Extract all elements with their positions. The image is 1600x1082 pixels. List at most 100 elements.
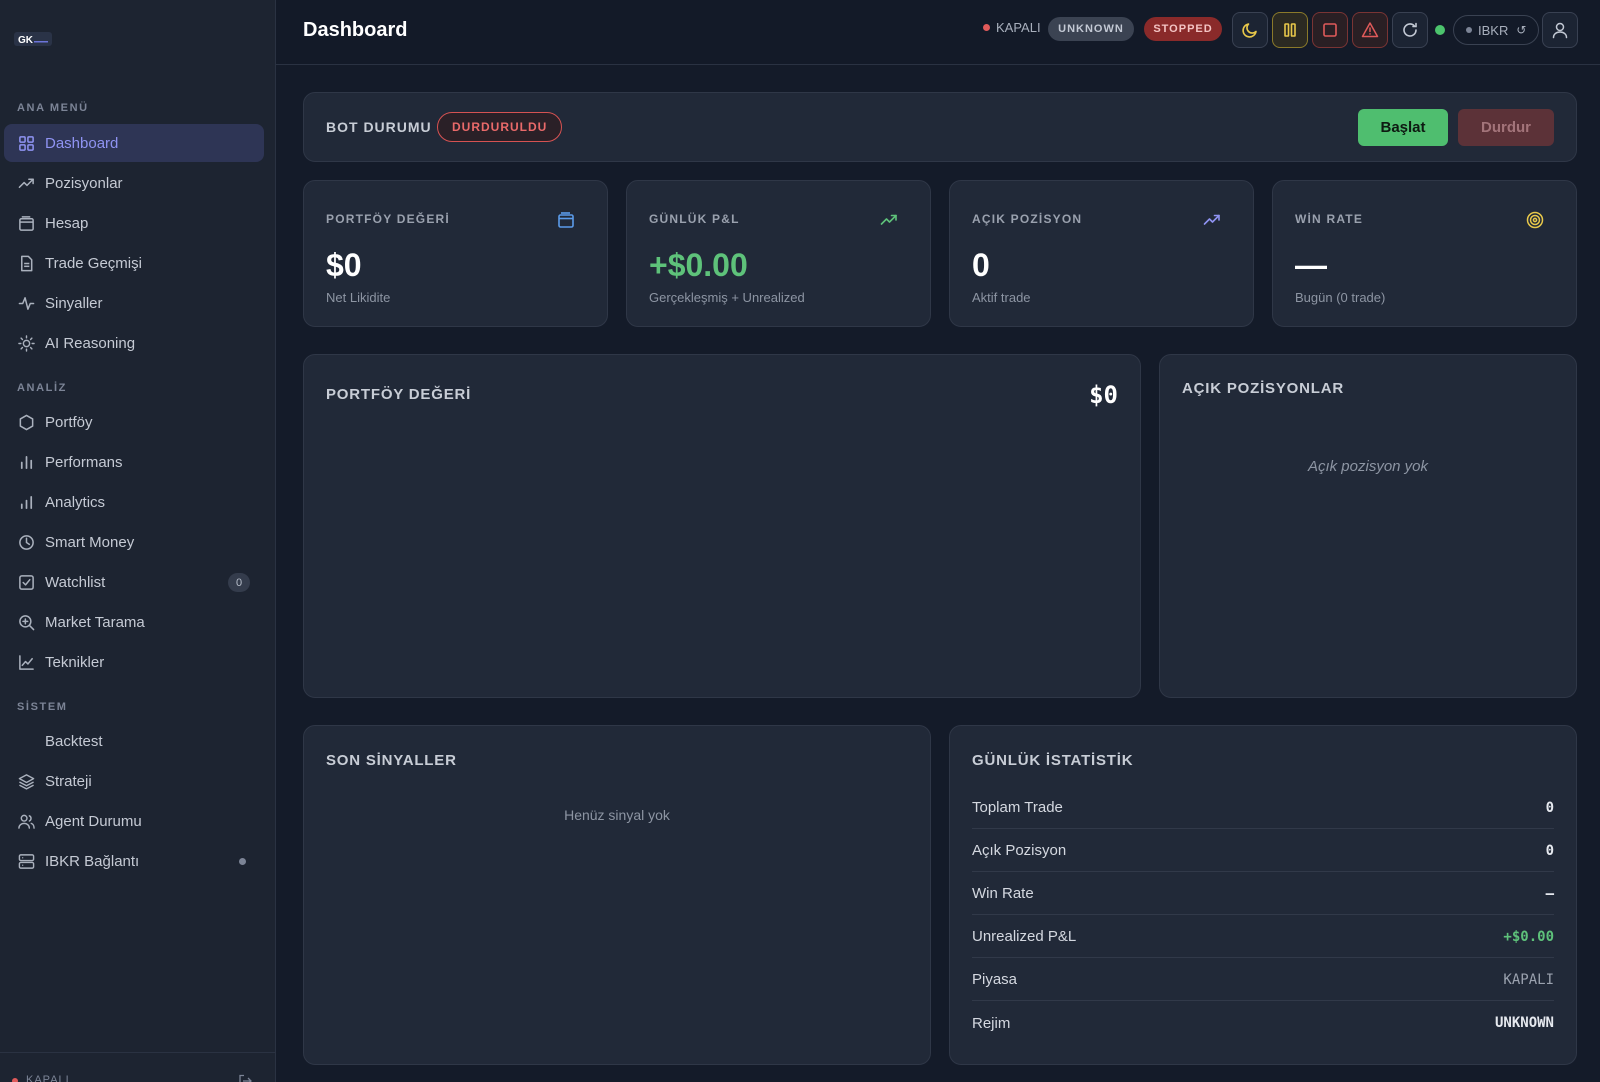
sidebar-item-teknikler[interactable]: Teknikler (4, 643, 264, 681)
stats-row-open-positions: Açık Pozisyon 0 (972, 830, 1554, 872)
activity-icon (17, 294, 35, 312)
theme-toggle-button[interactable] (1232, 12, 1268, 48)
row-label: Toplam Trade (972, 799, 1063, 816)
sidebar-item-label: Dashboard (45, 134, 119, 152)
logout-icon[interactable] (238, 1074, 252, 1082)
sidebar-item-market-tarama[interactable]: Market Tarama (4, 603, 264, 641)
row-label: Rejim (972, 1014, 1011, 1032)
sidebar-item-label: Watchlist (45, 573, 106, 591)
refresh-icon (1401, 21, 1419, 39)
market-status: KAPALI (983, 20, 1041, 35)
sidebar-item-label: AI Reasoning (45, 334, 136, 352)
row-value: 0 (1545, 842, 1554, 859)
row-value: KAPALI (1503, 971, 1554, 988)
reconnect-icon: ↺ (1516, 23, 1527, 37)
users-icon (17, 812, 35, 830)
status-dot (983, 24, 990, 31)
sidebar-item-watchlist[interactable]: Watchlist 0 (4, 563, 264, 601)
clock-icon (17, 533, 35, 551)
sun-icon (17, 334, 35, 352)
refresh-button[interactable] (1392, 12, 1428, 48)
sidebar-item-ai-reasoning[interactable]: AI Reasoning (4, 324, 264, 362)
row-value: UNKNOWN (1494, 1015, 1554, 1031)
sidebar-item-smart-money[interactable]: Smart Money (4, 523, 264, 561)
sidebar-item-agent-durumu[interactable]: Agent Durumu (4, 802, 264, 840)
sidebar-item-analytics[interactable]: Analytics (4, 483, 264, 521)
sidebar-item-label: Backtest (45, 732, 103, 750)
market-status-text: KAPALI (996, 20, 1041, 35)
sidebar-item-portfoy[interactable]: Portföy (4, 403, 264, 441)
trending-up-icon (1203, 211, 1221, 229)
stat-value: +$0.00 (649, 247, 748, 283)
footer-status-text: KAPALI (26, 1074, 70, 1082)
sidebar-footer: KAPALI (0, 1052, 276, 1082)
sidebar-item-trade-gecmisi[interactable]: Trade Geçmişi (4, 244, 264, 282)
stat-label: PORTFÖY DEĞERİ (326, 212, 450, 226)
sidebar: GK ANA MENÜ Dashboard Pozisyonlar Hesap … (0, 0, 276, 1082)
broker-label: IBKR (1478, 22, 1509, 38)
sidebar-item-label: Agent Durumu (45, 812, 142, 830)
top-bar: Dashboard KAPALI UNKNOWN STOPPED IBKR ↺ (276, 0, 1600, 65)
emergency-button[interactable] (1352, 12, 1388, 48)
sidebar-item-performans[interactable]: Performans (4, 443, 264, 481)
stat-subtitle: Aktif trade (972, 290, 1031, 305)
regime-pill: UNKNOWN (1048, 17, 1134, 41)
sidebar-item-label: Strateji (45, 772, 92, 790)
stop-bot-button[interactable]: Durdur (1458, 109, 1554, 146)
row-value: — (1545, 885, 1554, 902)
section-label-system: SİSTEM (17, 701, 68, 713)
start-bot-button[interactable]: Başlat (1358, 109, 1448, 146)
sidebar-item-label: Market Tarama (45, 613, 145, 631)
sidebar-item-strateji[interactable]: Strateji (4, 762, 264, 800)
row-label: Unrealized P&L (972, 928, 1077, 945)
broker-connection-pill[interactable]: IBKR ↺ (1453, 15, 1540, 45)
bot-status-badge: DURDURULDU (437, 112, 563, 142)
sidebar-item-label: Performans (45, 453, 123, 471)
sidebar-item-label: Smart Money (45, 533, 135, 551)
bot-status-card: BOT DURUMU DURDURULDU Başlat Durdur (303, 92, 1577, 162)
empty-state-text: Açık pozisyon yok (1307, 458, 1429, 475)
sidebar-item-ibkr-baglanti[interactable]: IBKR Bağlantı (4, 842, 264, 880)
stat-subtitle: Gerçekleşmiş + Unrealized (649, 290, 805, 305)
status-dot (12, 1078, 18, 1082)
sidebar-item-label: Trade Geçmişi (45, 254, 142, 272)
stats-row-market: Piyasa KAPALI (972, 959, 1554, 1001)
sidebar-item-label: Pozisyonlar (45, 174, 123, 192)
sidebar-item-label: IBKR Bağlantı (45, 852, 140, 870)
stat-card-daily-pnl: GÜNLÜK P&L +$0.00 Gerçekleşmiş + Unreali… (626, 180, 931, 327)
layers-icon (17, 772, 35, 790)
connection-status-dot (239, 858, 246, 865)
open-positions-panel: AÇIK POZİSYONLAR Açık pozisyon yok (1159, 354, 1577, 698)
logo-text: GK (18, 35, 34, 46)
target-icon (1526, 211, 1544, 229)
document-icon (17, 254, 35, 272)
stop-button[interactable] (1312, 12, 1348, 48)
app-logo[interactable]: GK (14, 30, 54, 48)
sidebar-item-pozisyonlar[interactable]: Pozisyonlar (4, 164, 264, 202)
panel-title: SON SİNYALLER (326, 752, 457, 769)
portfolio-value-panel: PORTFÖY DEĞERİ $0 (303, 354, 1141, 698)
sidebar-item-sinyaller[interactable]: Sinyaller (4, 284, 264, 322)
profile-button[interactable] (1542, 12, 1578, 48)
sidebar-item-hesap[interactable]: Hesap (4, 204, 264, 242)
stat-value: 0 (972, 247, 990, 283)
bar-chart-alt-icon (17, 493, 35, 511)
pause-button[interactable] (1272, 12, 1308, 48)
panel-title: AÇIK POZİSYONLAR (1182, 380, 1344, 397)
sidebar-item-backtest[interactable]: Backtest (4, 722, 264, 760)
checkbox-icon (17, 573, 35, 591)
stat-label: GÜNLÜK P&L (649, 212, 740, 226)
stats-row-unrealized-pnl: Unrealized P&L +$0.00 (972, 916, 1554, 958)
bot-status-label: BOT DURUMU (326, 119, 432, 135)
moon-icon (1241, 21, 1259, 39)
stat-label: WİN RATE (1295, 212, 1364, 226)
row-value: +$0.00 (1503, 928, 1554, 945)
row-label: Açık Pozisyon (972, 842, 1067, 859)
stat-card-open-positions: AÇIK POZİSYON 0 Aktif trade (949, 180, 1254, 327)
sidebar-item-dashboard[interactable]: Dashboard (4, 124, 264, 162)
line-chart-icon (17, 653, 35, 671)
daily-stats-panel: GÜNLÜK İSTATİSTİK Toplam Trade 0 Açık Po… (949, 725, 1577, 1065)
grid-icon (17, 134, 35, 152)
page-title: Dashboard (303, 19, 408, 41)
zoom-icon (17, 613, 35, 631)
